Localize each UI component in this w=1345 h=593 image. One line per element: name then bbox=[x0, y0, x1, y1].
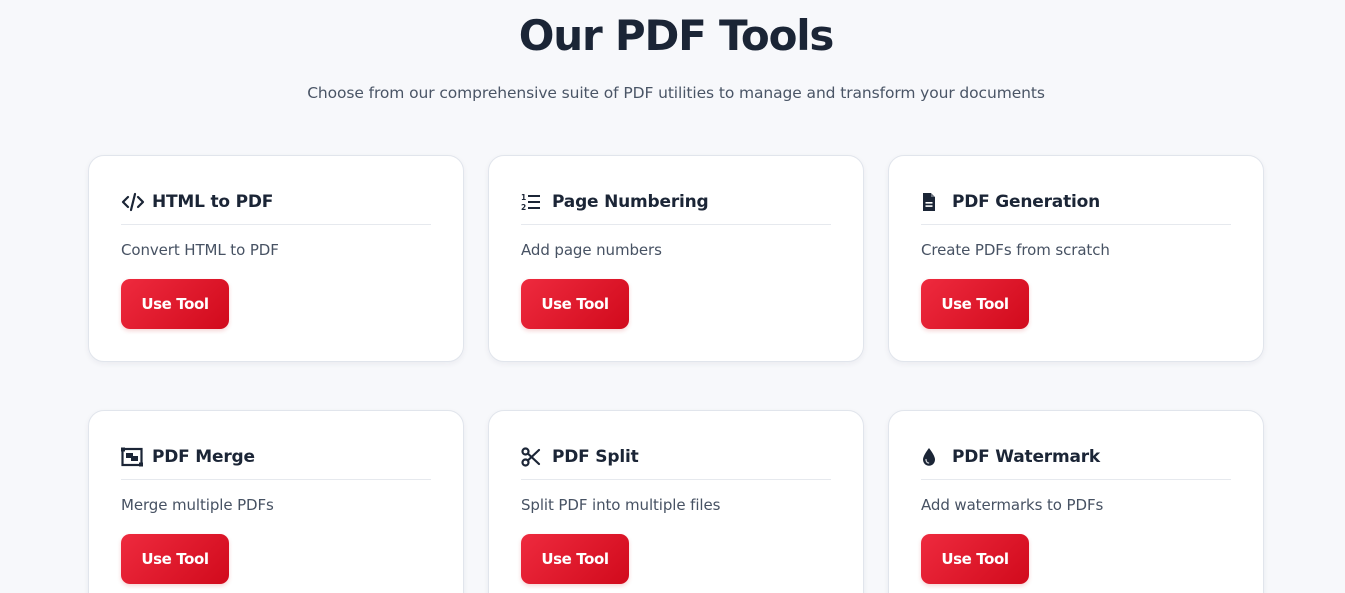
use-tool-button-pdf-generation[interactable]: Use Tool bbox=[921, 279, 1029, 329]
card-description: Split PDF into multiple files bbox=[521, 496, 721, 514]
pdf-tools-page: Our PDF Tools Choose from our comprehens… bbox=[0, 0, 1345, 593]
card-header: 1 2 Page Numbering bbox=[521, 191, 831, 225]
use-tool-button-pdf-watermark[interactable]: Use Tool bbox=[921, 534, 1029, 584]
use-tool-button-page-numbering[interactable]: Use Tool bbox=[521, 279, 629, 329]
card-title: Page Numbering bbox=[552, 192, 709, 212]
file-icon bbox=[921, 191, 945, 213]
card-description: Add watermarks to PDFs bbox=[921, 496, 1104, 514]
card-description: Add page numbers bbox=[521, 241, 662, 259]
scissors-icon bbox=[521, 446, 545, 468]
use-tool-button-pdf-merge[interactable]: Use Tool bbox=[121, 534, 229, 584]
page-title: Our PDF Tools bbox=[518, 11, 835, 60]
code-icon bbox=[121, 191, 145, 213]
card-description: Convert HTML to PDF bbox=[121, 241, 279, 259]
card-header: PDF Split bbox=[521, 446, 831, 480]
tool-card-pdf-split: PDF Split Split PDF into multiple files … bbox=[488, 410, 864, 593]
card-header: PDF Watermark bbox=[921, 446, 1231, 480]
card-description: Create PDFs from scratch bbox=[921, 241, 1110, 259]
use-tool-button-html-to-pdf[interactable]: Use Tool bbox=[121, 279, 229, 329]
tool-card-pdf-merge: PDF Merge Merge multiple PDFs Use Tool bbox=[88, 410, 464, 593]
numbered-list-icon: 1 2 bbox=[521, 191, 545, 213]
tool-card-html-to-pdf: HTML to PDF Convert HTML to PDF Use Tool bbox=[88, 155, 464, 362]
tool-card-page-numbering: 1 2 Page Numbering Add page numbers Use … bbox=[488, 155, 864, 362]
droplet-icon bbox=[921, 446, 945, 468]
card-header: PDF Generation bbox=[921, 191, 1231, 225]
card-header: HTML to PDF bbox=[121, 191, 431, 225]
card-title: HTML to PDF bbox=[152, 192, 274, 212]
card-header: PDF Merge bbox=[121, 446, 431, 480]
svg-text:2: 2 bbox=[521, 203, 526, 212]
card-title: PDF Merge bbox=[152, 447, 255, 467]
page-subtitle: Choose from our comprehensive suite of P… bbox=[307, 84, 1045, 102]
card-title: PDF Split bbox=[552, 447, 639, 467]
card-description: Merge multiple PDFs bbox=[121, 496, 274, 514]
tool-card-pdf-watermark: PDF Watermark Add watermarks to PDFs Use… bbox=[888, 410, 1264, 593]
card-title: PDF Generation bbox=[952, 192, 1101, 212]
card-title: PDF Watermark bbox=[952, 447, 1101, 467]
use-tool-button-pdf-split[interactable]: Use Tool bbox=[521, 534, 629, 584]
svg-text:1: 1 bbox=[521, 193, 526, 202]
merge-icon bbox=[121, 446, 145, 468]
tool-card-pdf-generation: PDF Generation Create PDFs from scratch … bbox=[888, 155, 1264, 362]
